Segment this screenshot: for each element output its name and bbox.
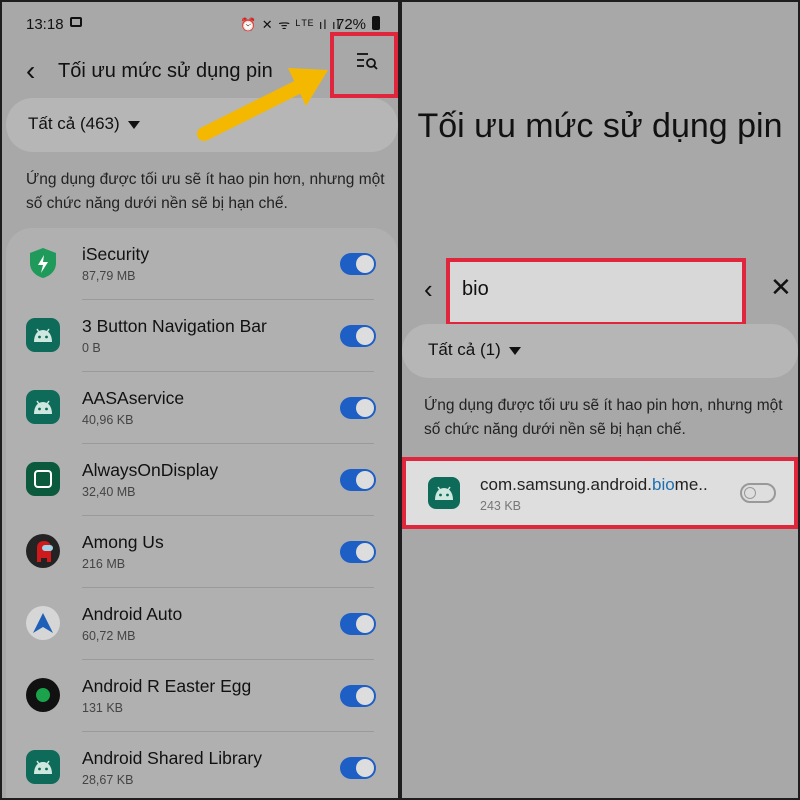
app-name: Among Us <box>82 532 164 552</box>
clock-icon <box>26 462 60 496</box>
optimize-toggle[interactable] <box>340 613 376 635</box>
pointer-arrow <box>197 68 328 141</box>
left-screenshot: 13:18 ⏰ ✕ ᯤ ᴸᵀᴱ ıl ıl 72% ‹ Tối ưu mức s… <box>2 2 398 798</box>
app-size: 216 MB <box>82 557 126 571</box>
app-size: 131 KB <box>82 701 124 715</box>
list-item[interactable]: 3 Button Navigation Bar 0 B <box>6 300 398 372</box>
right-screenshot: Tối ưu mức sử dụng pin ‹ bio ✕ Tất cả (1… <box>402 2 798 798</box>
caret-down-icon <box>508 346 521 355</box>
optimize-toggle[interactable] <box>340 325 376 347</box>
app-size: 60,72 MB <box>82 629 136 643</box>
app-size: 243 KB <box>480 499 522 513</box>
list-item[interactable]: AlwaysOnDisplay 32,40 MB <box>6 444 398 516</box>
list-item[interactable]: Android Auto 60,72 MB <box>6 588 398 660</box>
shield-icon <box>26 246 60 280</box>
optimize-toggle[interactable] <box>340 685 376 707</box>
list-item[interactable]: Among Us 216 MB <box>6 516 398 588</box>
app-size: 0 B <box>82 341 101 355</box>
gallery-icon <box>70 17 82 27</box>
among-us-icon <box>26 534 60 568</box>
app-name: AlwaysOnDisplay <box>82 460 219 480</box>
search-list-icon <box>357 53 378 70</box>
optimize-toggle[interactable] <box>340 253 376 275</box>
filter-label: Tất cả (463) <box>28 114 120 133</box>
filter-dropdown[interactable]: Tất cả (1) <box>402 324 798 378</box>
list-item[interactable]: iSecurity 87,79 MB <box>6 228 398 300</box>
app-size: 40,96 KB <box>82 413 134 427</box>
search-value: bio <box>462 278 489 300</box>
list-item[interactable]: Android R Easter Egg 131 KB <box>6 660 398 732</box>
easter-egg-icon <box>26 678 60 712</box>
optimize-toggle[interactable] <box>340 469 376 491</box>
android-icon <box>26 318 60 352</box>
close-icon[interactable]: ✕ <box>770 272 792 303</box>
app-name: iSecurity <box>82 244 150 264</box>
filter-label: Tất cả (1) <box>428 340 501 359</box>
status-icons: ⏰ ✕ ᯤ ᴸᵀᴱ ıl ıl <box>240 17 341 32</box>
app-size: 87,79 MB <box>82 269 136 283</box>
search-input[interactable]: bio <box>446 258 746 326</box>
app-size: 32,40 MB <box>82 485 136 499</box>
status-time: 13:18 <box>26 16 64 33</box>
back-icon[interactable]: ‹ <box>26 56 46 86</box>
list-item[interactable]: Android Shared Library 28,67 KB <box>6 732 398 798</box>
app-list: iSecurity 87,79 MB 3 Button Navigation B… <box>6 228 398 798</box>
app-name-suffix: me.. <box>674 475 708 494</box>
android-icon <box>26 750 60 784</box>
app-name: Android R Easter Egg <box>82 676 252 696</box>
search-result-item[interactable]: com.samsung.android.biome.. 243 KB <box>402 457 798 529</box>
optimize-toggle[interactable] <box>340 541 376 563</box>
optimize-toggle[interactable] <box>340 397 376 419</box>
app-name-prefix: com.samsung.android. <box>480 475 652 494</box>
app-name: AASAservice <box>82 388 185 408</box>
app-name: com.samsung.android.biome.. <box>480 475 708 495</box>
android-icon <box>26 390 60 424</box>
optimize-toggle[interactable] <box>340 757 376 779</box>
app-name: 3 Button Navigation Bar <box>82 316 267 336</box>
caret-down-icon <box>127 120 140 129</box>
page-title: Tối ưu mức sử dụng pin <box>417 107 783 145</box>
app-name: Android Shared Library <box>82 748 262 768</box>
list-item[interactable]: AASAservice 40,96 KB <box>6 372 398 444</box>
search-button[interactable] <box>330 32 398 98</box>
app-size: 28,67 KB <box>82 773 134 787</box>
battery-percent: 72% <box>336 16 367 33</box>
optimize-toggle[interactable] <box>740 483 776 503</box>
battery-icon <box>372 16 380 30</box>
search-match: bio <box>651 475 675 494</box>
description: Ứng dụng được tối ưu sẽ ít hao pin hơn, … <box>26 171 385 212</box>
android-auto-icon <box>26 606 60 640</box>
app-name: Android Auto <box>82 604 183 624</box>
description: Ứng dụng được tối ưu sẽ ít hao pin hơn, … <box>424 397 783 438</box>
back-icon[interactable]: ‹ <box>424 274 433 305</box>
android-icon <box>428 477 460 509</box>
